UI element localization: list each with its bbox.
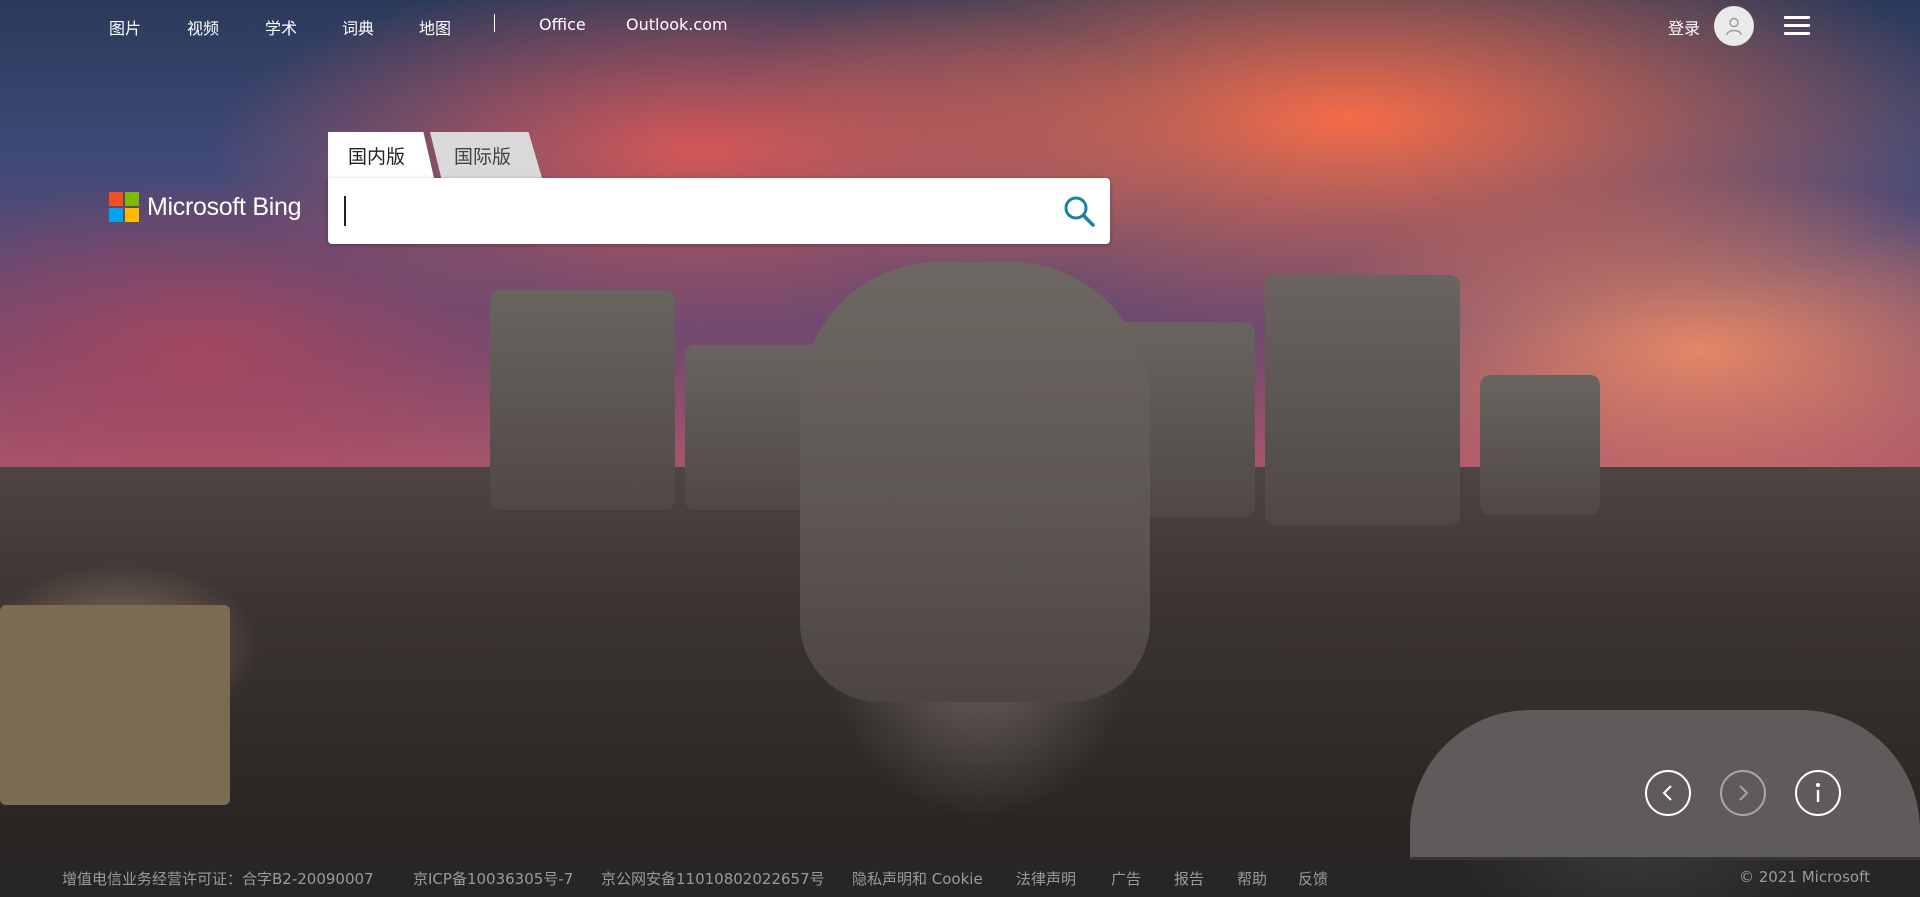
bing-logo[interactable]: Microsoft Bing: [109, 192, 301, 222]
nav-maps[interactable]: 地图: [419, 15, 451, 39]
nav-academic[interactable]: 学术: [265, 15, 297, 39]
stone-head: [800, 262, 1150, 702]
text-caret: [344, 196, 346, 226]
footer-copyright: © 2021 Microsoft: [1739, 868, 1870, 886]
nav-office[interactable]: Office: [539, 15, 586, 34]
hamburger-menu-icon[interactable]: [1784, 16, 1812, 36]
statue-far-right: [1480, 375, 1600, 515]
image-info-button[interactable]: [1795, 770, 1841, 816]
footer-help[interactable]: 帮助: [1237, 868, 1267, 889]
avatar[interactable]: [1714, 6, 1754, 46]
tab-international[interactable]: 国际版: [430, 132, 542, 178]
footer-legal[interactable]: 法律声明: [1016, 868, 1076, 889]
footer-icp[interactable]: 京ICP备10036305号-7: [413, 868, 573, 889]
nav-videos[interactable]: 视频: [187, 15, 219, 39]
microsoft-logo-icon: [109, 192, 139, 222]
footer-feedback[interactable]: 反馈: [1298, 868, 1328, 889]
logo-text: Microsoft Bing: [147, 192, 302, 221]
footer-ads[interactable]: 广告: [1111, 868, 1141, 889]
signin-link[interactable]: 登录: [1668, 15, 1700, 39]
footer: 增值电信业务经营许可证：合字B2-20090007 京ICP备10036305号…: [0, 857, 1920, 897]
top-nav: 图片 视频 学术 词典 地图 Office Outlook.com 登录: [0, 0, 1920, 52]
tab-domestic[interactable]: 国内版: [328, 132, 434, 178]
statue-right: [1265, 275, 1460, 525]
nav-divider: [494, 14, 495, 32]
nav-outlook[interactable]: Outlook.com: [626, 15, 728, 34]
chevron-right-icon: [1739, 785, 1749, 801]
search-box: [328, 178, 1110, 244]
nav-dictionary[interactable]: 词典: [342, 15, 374, 39]
user-icon: [1726, 17, 1742, 36]
search-input[interactable]: [342, 188, 1046, 236]
footer-license[interactable]: 增值电信业务经营许可证：合字B2-20090007: [62, 868, 374, 889]
chevron-left-icon: [1662, 785, 1672, 801]
rock-left: [0, 605, 230, 805]
footer-privacy[interactable]: 隐私声明和 Cookie: [852, 868, 983, 889]
footer-public-security[interactable]: 京公网安备11010802022657号: [601, 868, 825, 889]
next-image-button[interactable]: [1720, 770, 1766, 816]
statue-left: [490, 290, 675, 510]
info-icon: [1816, 783, 1820, 802]
search-button[interactable]: [1060, 192, 1100, 232]
footer-report[interactable]: 报告: [1174, 868, 1204, 889]
previous-image-button[interactable]: [1645, 770, 1691, 816]
search-icon: [1064, 196, 1095, 227]
nav-images[interactable]: 图片: [109, 15, 141, 39]
